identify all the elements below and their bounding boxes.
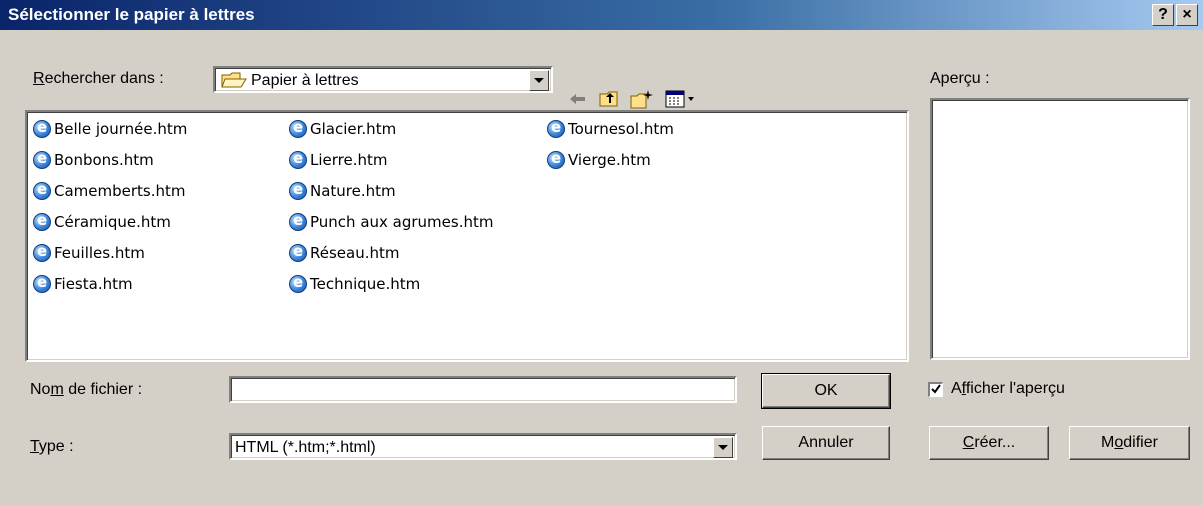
preview-pane — [930, 98, 1190, 360]
ie-document-icon — [289, 211, 307, 231]
file-name: Technique.htm — [310, 275, 421, 293]
file-name: Belle journée.htm — [54, 120, 188, 138]
file-list-item[interactable]: Réseau.htm — [289, 240, 400, 266]
title-bar: Sélectionner le papier à lettres ? × — [0, 0, 1203, 30]
file-list-item[interactable]: Technique.htm — [289, 271, 420, 297]
ie-document-icon — [289, 118, 307, 138]
folder-icon — [221, 71, 247, 94]
file-name: Feuilles.htm — [54, 244, 145, 262]
up-one-level-button[interactable] — [598, 90, 622, 112]
file-name: Nature.htm — [310, 182, 396, 200]
type-dropdown-button[interactable] — [713, 437, 733, 458]
file-name: Lierre.htm — [310, 151, 388, 169]
back-button[interactable] — [566, 90, 590, 112]
view-menu-button[interactable] — [664, 90, 698, 112]
file-list-item[interactable]: Glacier.htm — [289, 116, 396, 142]
file-name: Tournesol.htm — [568, 120, 674, 138]
file-name: Fiesta.htm — [54, 275, 133, 293]
file-list-item[interactable]: Céramique.htm — [33, 209, 171, 235]
file-name: Camemberts.htm — [54, 182, 186, 200]
preview-label: Aperçu : — [930, 70, 990, 87]
file-name: Bonbons.htm — [54, 151, 154, 169]
cancel-button[interactable]: Annuler — [762, 426, 890, 460]
file-list-item[interactable]: Vierge.htm — [547, 147, 651, 173]
ie-document-icon — [547, 149, 565, 169]
ie-document-icon — [289, 242, 307, 262]
file-list-item[interactable]: Nature.htm — [289, 178, 396, 204]
ie-document-icon — [33, 242, 51, 262]
modify-button[interactable]: Modifier — [1069, 426, 1190, 460]
ie-document-icon — [33, 149, 51, 169]
ie-document-icon — [547, 118, 565, 138]
type-combo[interactable]: HTML (*.htm;*.html) — [229, 433, 737, 460]
chevron-down-icon — [718, 445, 728, 450]
file-list-item[interactable]: Bonbons.htm — [33, 147, 154, 173]
ie-document-icon — [289, 273, 307, 293]
ok-button[interactable]: OK — [761, 373, 891, 409]
type-label: Type : — [30, 438, 74, 455]
file-list-item[interactable]: Feuilles.htm — [33, 240, 145, 266]
close-icon: × — [1182, 6, 1192, 23]
create-button-label: Créer... — [962, 434, 1016, 451]
help-button[interactable]: ? — [1152, 4, 1174, 26]
file-list-item[interactable]: Punch aux agrumes.htm — [289, 209, 493, 235]
file-list-item[interactable]: Tournesol.htm — [547, 116, 674, 142]
look-in-dropdown-button[interactable] — [529, 70, 549, 91]
cancel-button-label: Annuler — [798, 434, 854, 451]
ok-button-label: OK — [814, 382, 838, 399]
ie-document-icon — [33, 180, 51, 200]
file-name: Vierge.htm — [568, 151, 651, 169]
filename-label: Nom de fichier : — [30, 381, 143, 398]
ie-document-icon — [289, 180, 307, 200]
file-name: Punch aux agrumes.htm — [310, 213, 494, 231]
file-name: Réseau.htm — [310, 244, 400, 262]
chevron-down-icon — [534, 78, 544, 83]
modify-button-label: Modifier — [1101, 434, 1158, 451]
show-preview-checkbox[interactable] — [928, 382, 943, 397]
type-value: HTML (*.htm;*.html) — [235, 439, 376, 456]
close-button[interactable]: × — [1176, 4, 1198, 26]
ie-document-icon — [289, 149, 307, 169]
dialog-title: Sélectionner le papier à lettres — [8, 5, 255, 24]
ie-document-icon — [33, 273, 51, 293]
look-in-value: Papier à lettres — [251, 72, 359, 89]
file-list-item[interactable]: Camemberts.htm — [33, 178, 186, 204]
file-list-item[interactable]: Lierre.htm — [289, 147, 388, 173]
look-in-combo[interactable]: Papier à lettres — [213, 66, 553, 93]
file-list-item[interactable]: Belle journée.htm — [33, 116, 187, 142]
ie-document-icon — [33, 211, 51, 231]
file-name: Glacier.htm — [310, 120, 397, 138]
new-folder-button[interactable] — [630, 89, 654, 112]
checkmark-icon — [931, 384, 941, 396]
help-icon: ? — [1158, 6, 1168, 23]
create-button[interactable]: Créer... — [929, 426, 1049, 460]
file-list[interactable]: Belle journée.htm Bonbons.htm Camemberts.h… — [25, 110, 909, 362]
ie-document-icon — [33, 118, 51, 138]
back-arrow-icon — [569, 92, 587, 111]
filename-field[interactable] — [229, 376, 737, 403]
file-name: Céramique.htm — [54, 213, 171, 231]
show-preview-label[interactable]: Afficher l'aperçu — [951, 380, 1065, 398]
file-list-item[interactable]: Fiesta.htm — [33, 271, 133, 297]
look-in-label: Rechercher dans : — [33, 70, 164, 87]
